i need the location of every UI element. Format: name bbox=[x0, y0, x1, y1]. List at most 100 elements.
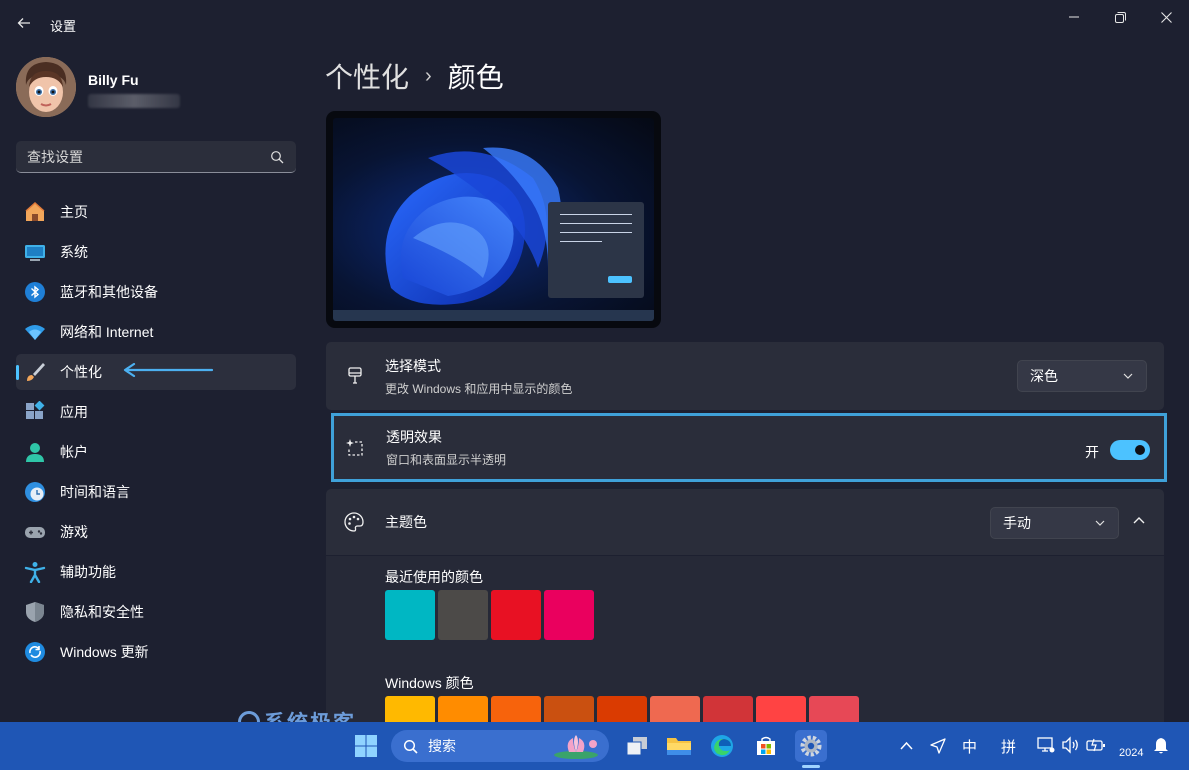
folder-icon bbox=[667, 738, 691, 755]
accessibility-icon bbox=[24, 561, 46, 583]
back-button[interactable] bbox=[10, 10, 38, 36]
network-icon[interactable] bbox=[1037, 736, 1055, 754]
recent-colors-label: 最近使用的颜色 bbox=[385, 569, 483, 585]
title-bar: 设置 bbox=[0, 0, 1189, 46]
theme-preview bbox=[326, 111, 661, 328]
windows-update-icon bbox=[24, 641, 46, 663]
app-title: 设置 bbox=[50, 19, 77, 34]
sidebar-item-label: 蓝牙和其他设备 bbox=[60, 284, 158, 300]
accent-dropdown[interactable]: 手动 bbox=[990, 507, 1119, 539]
sidebar-item-bluetooth[interactable]: 蓝牙和其他设备 bbox=[16, 274, 296, 310]
chevron-down-icon bbox=[1095, 520, 1105, 526]
toggle-knob bbox=[1135, 445, 1145, 455]
preview-window bbox=[548, 202, 644, 298]
file-explorer-button[interactable] bbox=[663, 730, 695, 762]
transparency-icon bbox=[344, 437, 366, 459]
chevron-up-icon[interactable] bbox=[1133, 516, 1145, 526]
ime-mode-indicator[interactable]: 中 bbox=[962, 736, 977, 757]
sidebar-item-privacy[interactable]: 隐私和安全性 bbox=[16, 594, 296, 630]
recent-color-swatch[interactable] bbox=[544, 590, 594, 640]
notification-bell-icon[interactable] bbox=[1153, 737, 1169, 755]
preview-wallpaper bbox=[333, 118, 654, 321]
windows-colors-label: Windows 颜色 bbox=[385, 675, 474, 691]
settings-app-button[interactable] bbox=[795, 730, 827, 762]
accent-dropdown-value: 手动 bbox=[1003, 515, 1031, 531]
sidebar-item-label: 应用 bbox=[60, 404, 88, 420]
recent-color-swatch[interactable] bbox=[438, 590, 488, 640]
apps-icon bbox=[24, 401, 46, 423]
location-icon[interactable] bbox=[929, 737, 947, 755]
brush-icon bbox=[24, 361, 46, 383]
transparency-setting-card: 透明效果 窗口和表面显示半透明 开 bbox=[331, 413, 1167, 482]
annotation-arrow-icon bbox=[123, 363, 214, 377]
transparency-toggle[interactable] bbox=[1110, 440, 1150, 460]
restore-button[interactable] bbox=[1097, 6, 1143, 28]
volume-icon[interactable] bbox=[1061, 736, 1081, 754]
taskbar-clock[interactable]: 2024 bbox=[1119, 747, 1143, 759]
edge-button[interactable] bbox=[706, 730, 738, 762]
accent-color-panel: 最近使用的颜色 Windows 颜色 bbox=[326, 556, 1164, 746]
sidebar-nav: 主页 系统 蓝牙和其他设备 网络和 Internet 个性化 应用 帐户 时间和… bbox=[16, 194, 296, 674]
transparency-title: 透明效果 bbox=[386, 429, 442, 445]
edge-browser-icon bbox=[711, 735, 733, 757]
taskbar-search-label: 搜索 bbox=[428, 738, 456, 754]
recent-color-swatch[interactable] bbox=[491, 590, 541, 640]
gear-icon bbox=[800, 735, 822, 757]
store-button[interactable] bbox=[750, 730, 782, 762]
close-button[interactable] bbox=[1143, 6, 1189, 28]
search-input[interactable] bbox=[27, 148, 257, 165]
minimize-icon bbox=[1069, 16, 1079, 18]
battery-icon[interactable] bbox=[1086, 737, 1106, 753]
task-view-button[interactable] bbox=[621, 730, 653, 762]
sidebar-item-label: 主页 bbox=[60, 204, 88, 220]
breadcrumb-parent[interactable]: 个性化 bbox=[325, 56, 409, 96]
shield-icon bbox=[24, 601, 46, 623]
wifi-icon bbox=[24, 321, 46, 343]
sidebar-item-time-language[interactable]: 时间和语言 bbox=[16, 474, 296, 510]
transparency-state-label: 开 bbox=[1085, 444, 1099, 460]
page-title: 颜色 bbox=[447, 62, 504, 93]
restore-icon bbox=[1114, 11, 1126, 23]
chevron-up-icon[interactable] bbox=[900, 741, 913, 751]
task-view-icon bbox=[626, 737, 647, 756]
sidebar-item-windows-update[interactable]: Windows 更新 bbox=[16, 634, 296, 670]
sidebar-item-system[interactable]: 系统 bbox=[16, 234, 296, 270]
sidebar-item-accessibility[interactable]: 辅助功能 bbox=[16, 554, 296, 590]
system-icon bbox=[24, 241, 46, 263]
taskbar-search[interactable]: 搜索 bbox=[391, 730, 609, 762]
store-icon bbox=[757, 736, 775, 755]
search-icon bbox=[403, 739, 418, 754]
search-icon[interactable] bbox=[270, 150, 284, 164]
time-language-icon bbox=[24, 481, 46, 503]
sidebar-item-accounts[interactable]: 帐户 bbox=[16, 434, 296, 470]
sidebar-item-apps[interactable]: 应用 bbox=[16, 394, 296, 430]
mode-dropdown[interactable]: 深色 bbox=[1017, 360, 1147, 392]
sidebar-item-home[interactable]: 主页 bbox=[16, 194, 296, 230]
transparency-description: 窗口和表面显示半透明 bbox=[386, 453, 507, 467]
paintbrush-icon bbox=[344, 365, 366, 387]
mode-text: 选择模式 更改 Windows 和应用中显示的颜色 bbox=[385, 356, 572, 397]
sidebar-item-label: 个性化 bbox=[60, 364, 102, 380]
active-app-indicator bbox=[802, 765, 820, 768]
ime-name-indicator[interactable]: 拼 bbox=[1001, 736, 1016, 757]
search-box[interactable] bbox=[16, 141, 296, 173]
sidebar-item-label: 时间和语言 bbox=[60, 484, 130, 500]
mode-title: 选择模式 bbox=[385, 357, 441, 374]
user-name: Billy Fu bbox=[88, 72, 139, 88]
sidebar-item-gaming[interactable]: 游戏 bbox=[16, 514, 296, 550]
accent-title: 主题色 bbox=[385, 514, 427, 530]
preview-accent-button bbox=[608, 276, 632, 283]
windows-logo-icon bbox=[355, 735, 377, 757]
minimize-button[interactable] bbox=[1051, 6, 1097, 28]
accent-setting-card: 主题色 手动 bbox=[326, 489, 1164, 555]
recent-color-swatch[interactable] bbox=[385, 590, 435, 640]
sidebar-item-label: 网络和 Internet bbox=[60, 324, 154, 340]
sidebar-item-network[interactable]: 网络和 Internet bbox=[16, 314, 296, 350]
user-email-blurred bbox=[88, 94, 180, 108]
breadcrumb: 个性化 › 颜色 bbox=[325, 56, 504, 96]
avatar[interactable] bbox=[16, 57, 76, 117]
mode-setting-card: 选择模式 更改 Windows 和应用中显示的颜色 深色 bbox=[326, 342, 1164, 410]
sidebar-item-label: 帐户 bbox=[60, 444, 88, 460]
preview-taskbar bbox=[333, 310, 654, 321]
start-button[interactable] bbox=[350, 730, 382, 762]
